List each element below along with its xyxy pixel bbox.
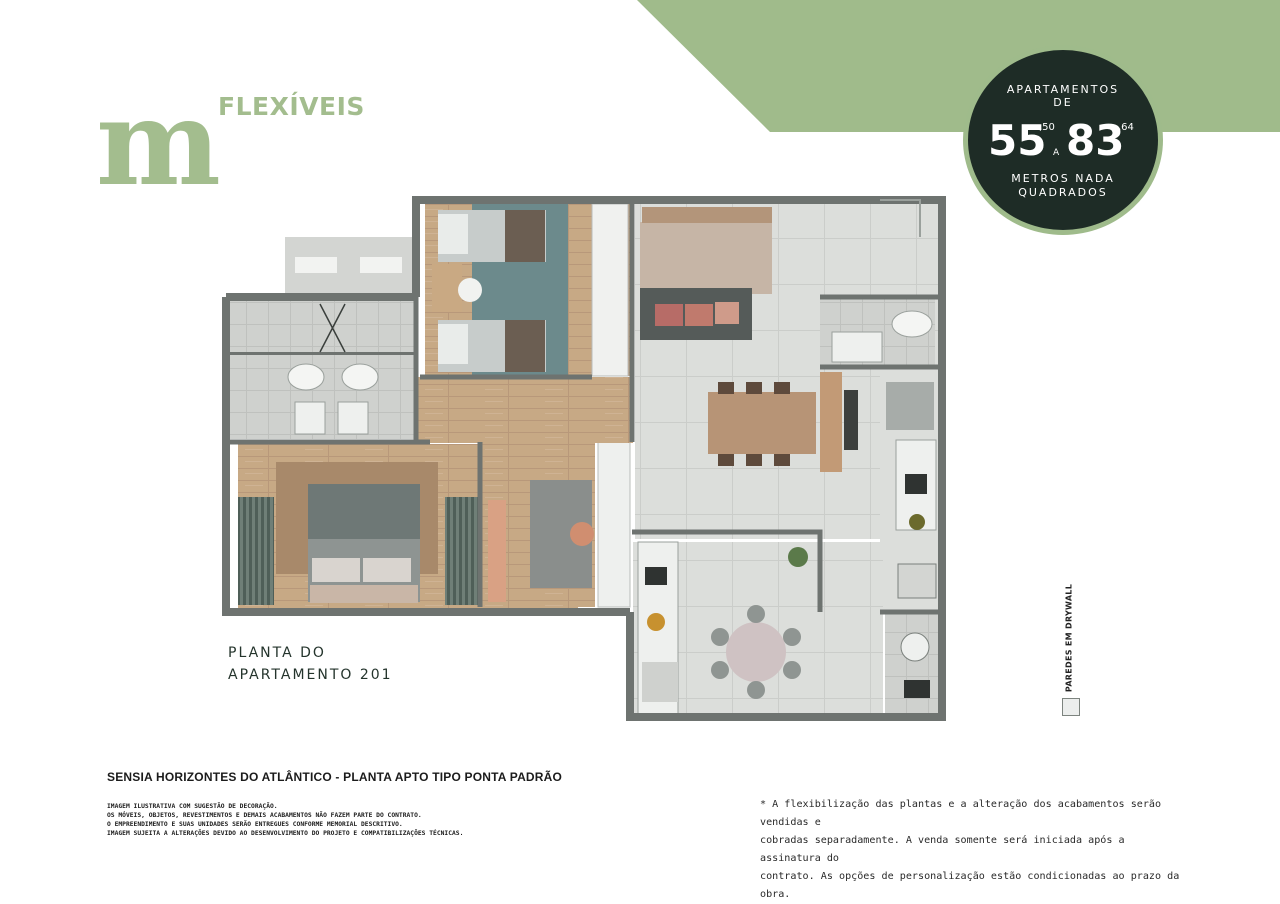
footer-note: OS MÓVEIS, OBJETOS, REVESTIMENTOS E DEMA… — [107, 812, 422, 819]
badge-min-area: 55 — [988, 116, 1047, 165]
disclaimer: * A flexibilização das plantas e a alter… — [760, 796, 1185, 904]
drywall-legend-swatch — [1062, 698, 1080, 716]
plan-caption: PLANTA DO APARTAMENTO 201 — [228, 642, 393, 686]
badge-bottom-line2: QUADRADOS — [1018, 186, 1108, 199]
footer-notes: IMAGEM ILUSTRATIVA COM SUGESTÃO DE DECOR… — [107, 802, 463, 838]
disclaimer-line: cobradas separadamente. A venda somente … — [760, 835, 1125, 864]
badge-top-line1: APARTAMENTOS — [1006, 83, 1120, 96]
badge-min-decimal: ,50 — [1039, 122, 1055, 133]
disclaimer-line: * A flexibilização das plantas e a alter… — [760, 799, 1162, 828]
badge-top-line2: DE — [1053, 96, 1073, 109]
drywall-legend-label: PAREDES EM DRYWALL — [1062, 583, 1076, 693]
badge-max-area: 83 — [1066, 116, 1125, 165]
footer-note: IMAGEM SUJEITA A ALTERAÇÕES DEVIDO AO DE… — [107, 830, 464, 837]
logo-letter-m: m — [96, 73, 221, 212]
badge-connector: A — [1053, 148, 1060, 158]
area-badge: APARTAMENTOS DE 55 ,50 A 83 ,64 METROS N… — [968, 50, 1158, 230]
footer-title: SENSIA HORIZONTES DO ATLÂNTICO - PLANTA … — [107, 770, 563, 784]
plan-caption-line2: APARTAMENTO 201 — [228, 667, 393, 683]
logo-word: FLEXÍVEIS — [218, 92, 365, 121]
disclaimer-line: contrato. As opções de personalização es… — [760, 871, 1180, 900]
badge-bottom-line1: METROS NADA — [1011, 172, 1115, 185]
hallway — [418, 377, 633, 443]
drywall-legend-text: PAREDES EM DRYWALL — [1064, 583, 1074, 693]
brand-logo: m FLEXÍVEIS — [96, 73, 366, 212]
footer-note: O EMPREENDIMENTO E SUAS UNIDADES SERÃO E… — [107, 821, 403, 828]
badge-max-decimal: ,64 — [1118, 122, 1134, 133]
plan-caption-line1: PLANTA DO — [228, 645, 326, 661]
laundry — [885, 612, 940, 717]
footer-note: IMAGEM ILUSTRATIVA COM SUGESTÃO DE DECOR… — [107, 803, 278, 810]
